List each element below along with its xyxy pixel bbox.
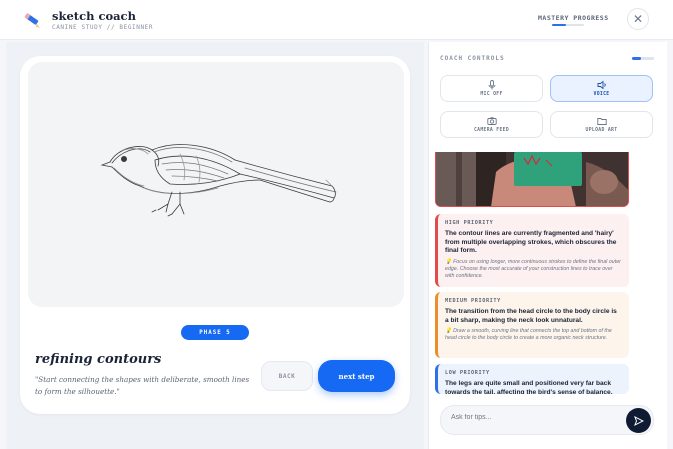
feedback-tip: 💡 Draw a smooth, curving line that conne… <box>445 328 612 342</box>
feedback-title: The transition from the head circle to t… <box>445 308 617 324</box>
priority-label: HIGH PRIORITY <box>445 220 494 226</box>
app-root: sketch coach CANINE STUDY // BEGINNER MA… <box>0 0 673 449</box>
priority-label: MEDIUM PRIORITY <box>445 298 501 304</box>
step-instruction: "Start connecting the shapes with delibe… <box>35 375 250 396</box>
upload-art-button[interactable]: UPLOAD ART <box>550 111 653 138</box>
camera-feed-image <box>435 152 629 207</box>
mastery-progress-bar <box>552 24 584 26</box>
mic-off-button[interactable]: MIC OFF <box>440 75 543 102</box>
camera-feed-picture <box>436 152 628 206</box>
feedback-card-high: HIGH PRIORITY The contour lines are curr… <box>435 214 629 287</box>
mic-icon <box>488 80 495 90</box>
ask-input[interactable] <box>451 414 611 421</box>
voice-label: VOICE <box>593 92 610 97</box>
close-button[interactable]: ✕ <box>627 8 649 30</box>
top-header: sketch coach CANINE STUDY // BEGINNER MA… <box>0 0 673 40</box>
next-step-button[interactable]: next step <box>318 360 395 392</box>
folder-icon <box>596 118 607 125</box>
feedback-title: The contour lines are currently fragment… <box>445 230 617 254</box>
feedback-card-medium: MEDIUM PRIORITY The transition from the … <box>435 292 629 358</box>
close-icon: ✕ <box>632 12 644 26</box>
mastery-progress-fill <box>552 24 567 26</box>
phase-badge: PHASE 5 <box>181 325 249 340</box>
mic-off-label: MIC OFF <box>480 92 503 97</box>
step-title: refining contours <box>35 352 162 367</box>
mastery-progress-label: MASTERY PROGRESS <box>538 14 609 22</box>
coach-controls-label: COACH CONTROLS <box>440 55 505 62</box>
camera-feed-label: CAMERA FEED <box>473 128 510 133</box>
bird-sketch-image <box>100 144 337 217</box>
coach-progress-bar <box>632 57 654 60</box>
priority-label: LOW PRIORITY <box>445 370 490 376</box>
send-icon <box>633 415 644 426</box>
feedback-card-low: LOW PRIORITY The legs are quite small an… <box>435 364 629 394</box>
ask-bar <box>440 405 654 435</box>
back-button[interactable]: BACK <box>261 361 313 391</box>
feedback-tip: 💡 Focus on using longer, more continuous… <box>445 258 621 280</box>
coach-progress-fill <box>632 57 641 60</box>
pencil-icon <box>22 10 42 30</box>
send-button[interactable] <box>626 408 651 433</box>
upload-art-label: UPLOAD ART <box>585 128 618 133</box>
speaker-icon <box>597 80 606 90</box>
camera-feed-button[interactable]: CAMERA FEED <box>440 111 543 138</box>
camera-icon <box>486 117 497 125</box>
app-title: sketch coach <box>52 9 136 23</box>
voice-button[interactable]: VOICE <box>550 75 653 102</box>
feedback-title: The legs are quite small and positioned … <box>445 380 613 394</box>
app-subtitle: CANINE STUDY // BEGINNER <box>52 24 154 31</box>
